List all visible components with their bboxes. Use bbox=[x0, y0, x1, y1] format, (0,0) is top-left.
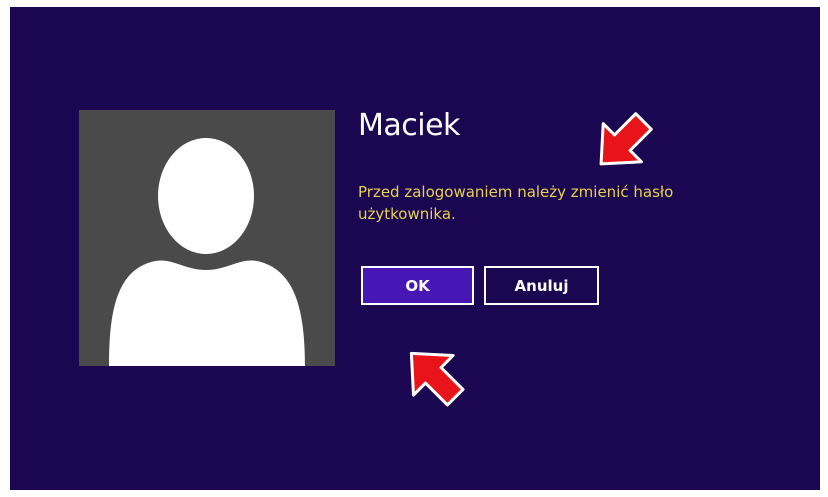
user-avatar bbox=[79, 110, 335, 366]
password-change-message: Przed zalogowaniem należy zmienić hasło … bbox=[358, 183, 674, 223]
red-arrow-icon bbox=[409, 351, 465, 407]
lock-screen: Maciek Przed zalogowaniem należy zmienić… bbox=[10, 7, 820, 490]
user-name: Maciek bbox=[358, 108, 460, 143]
user-silhouette-icon bbox=[109, 138, 305, 366]
red-arrow-icon bbox=[599, 112, 653, 166]
ok-button[interactable]: OK bbox=[361, 266, 474, 305]
cancel-button[interactable]: Anuluj bbox=[484, 266, 599, 305]
